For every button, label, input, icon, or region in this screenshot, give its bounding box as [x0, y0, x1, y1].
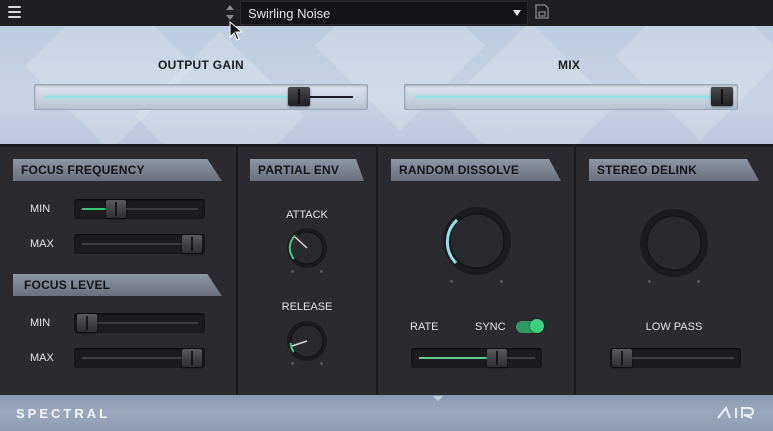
release-label: RELEASE: [281, 301, 333, 313]
focus-level-max-label: MAX: [30, 352, 54, 364]
sync-label: SYNC: [475, 321, 506, 333]
stereo-delink-title: STEREO DELINK: [597, 163, 697, 177]
knob-max-dot: [500, 280, 503, 283]
down-arrow-icon[interactable]: [226, 15, 234, 20]
knob-max-dot: [320, 270, 323, 273]
focus-frequency-min-slider[interactable]: [74, 199, 205, 219]
focus-panel: FOCUS FREQUENCY MIN MAX FOCUS LEVEL MIN …: [0, 147, 236, 395]
output-gain-handle[interactable]: [288, 87, 310, 106]
knob-min-dot: [291, 362, 294, 365]
partial-env-title: PARTIAL ENV: [258, 163, 340, 177]
dropdown-caret-icon: [513, 10, 521, 16]
attack-knob[interactable]: [284, 225, 330, 271]
menu-icon[interactable]: [8, 6, 21, 18]
output-gain-fill: [45, 96, 299, 98]
slider-fill: [82, 208, 108, 210]
stereo-delink-panel: STEREO DELINK LOW PASS: [576, 147, 773, 395]
partial-env-panel: PARTIAL ENV ATTACK RELEASE: [238, 147, 376, 395]
mix-slider[interactable]: [404, 84, 738, 110]
output-gain-slider[interactable]: [34, 84, 368, 110]
attack-label: ATTACK: [286, 209, 328, 221]
slider-fill: [419, 357, 489, 359]
slider-track: [82, 243, 198, 245]
focus-level-header: FOCUS LEVEL: [13, 274, 222, 296]
focus-level-max-slider[interactable]: [74, 348, 205, 368]
mix-label: MIX: [558, 58, 581, 72]
focus-level-title: FOCUS LEVEL: [24, 278, 111, 292]
top-bar: Swirling Noise: [0, 0, 773, 26]
partial-env-header: PARTIAL ENV: [250, 159, 364, 181]
plugin-title: SPECTRAL: [16, 406, 111, 421]
preset-selector[interactable]: Swirling Noise: [240, 1, 528, 25]
knob-min-dot: [450, 280, 453, 283]
save-icon[interactable]: [535, 4, 549, 19]
release-knob[interactable]: [284, 318, 330, 364]
focus-level-min-label: MIN: [30, 317, 51, 329]
slider-track: [82, 322, 198, 324]
sync-toggle-knob: [530, 319, 544, 333]
slider-track: [618, 357, 734, 359]
knob-max-dot: [697, 280, 700, 283]
low-pass-slider[interactable]: [610, 348, 741, 368]
random-dissolve-panel: RANDOM DISSOLVE RATE SYNC: [378, 147, 574, 395]
slider-track: [82, 357, 198, 359]
focus-frequency-max-handle[interactable]: [182, 235, 202, 253]
main-controls-panel: OUTPUT GAIN MIX: [0, 26, 773, 144]
low-pass-label: LOW PASS: [645, 321, 703, 333]
air-logo: [717, 406, 755, 419]
random-dissolve-header: RANDOM DISSOLVE: [391, 159, 561, 181]
knob-max-dot: [320, 362, 323, 365]
collapse-caret-icon: [433, 396, 443, 401]
output-gain-label: OUTPUT GAIN: [158, 58, 244, 72]
low-pass-handle[interactable]: [612, 349, 632, 367]
preset-nav: [223, 2, 237, 24]
focus-frequency-header: FOCUS FREQUENCY: [13, 159, 222, 181]
knob-min-dot: [291, 270, 294, 273]
stereo-delink-header: STEREO DELINK: [589, 159, 759, 181]
rate-label: RATE: [410, 321, 439, 333]
preset-name: Swirling Noise: [248, 6, 331, 21]
sync-toggle[interactable]: [516, 319, 544, 333]
focus-frequency-min-label: MIN: [30, 203, 51, 215]
mix-handle[interactable]: [711, 87, 733, 106]
focus-frequency-max-slider[interactable]: [74, 234, 205, 254]
focus-frequency-min-handle[interactable]: [106, 200, 126, 218]
knob-min-dot: [648, 280, 651, 283]
mix-fill: [415, 96, 715, 98]
up-arrow-icon[interactable]: [226, 5, 234, 10]
focus-level-max-handle[interactable]: [182, 349, 202, 367]
random-dissolve-knob[interactable]: [441, 205, 513, 277]
focus-frequency-max-label: MAX: [30, 238, 54, 250]
random-dissolve-title: RANDOM DISSOLVE: [399, 163, 520, 177]
rate-handle[interactable]: [487, 349, 507, 367]
rate-slider[interactable]: [411, 348, 542, 368]
focus-level-min-slider[interactable]: [74, 313, 205, 333]
focus-level-min-handle[interactable]: [77, 314, 97, 332]
footer-bar: SPECTRAL: [0, 395, 773, 431]
focus-frequency-title: FOCUS FREQUENCY: [21, 163, 145, 177]
stereo-delink-knob[interactable]: [638, 207, 710, 279]
